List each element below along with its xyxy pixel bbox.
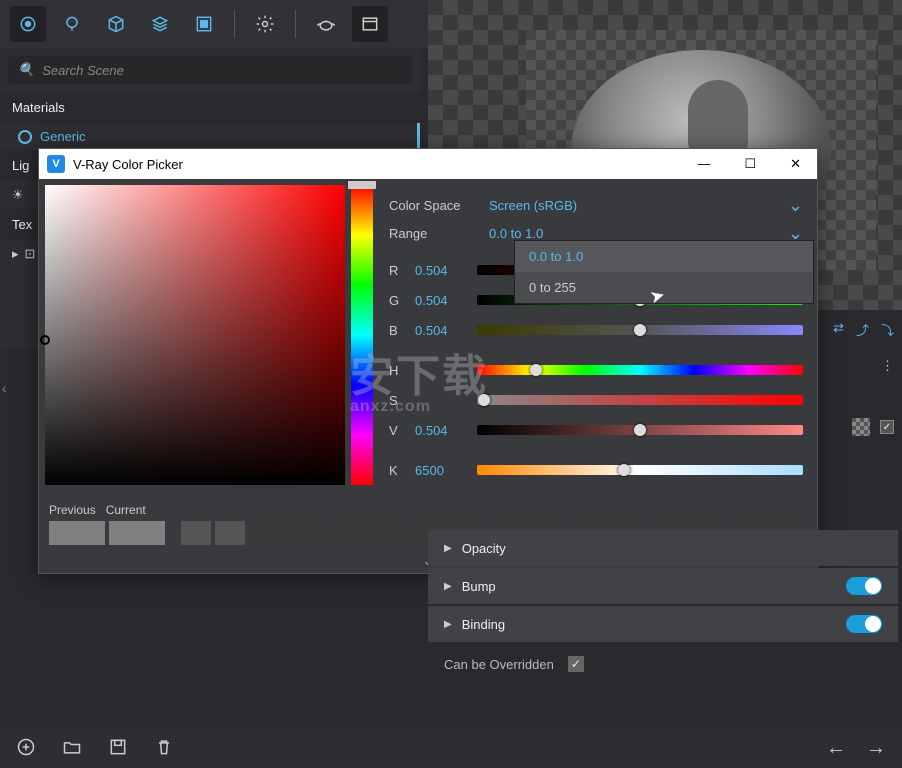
gear-icon[interactable] xyxy=(247,6,283,42)
lightbulb-icon[interactable] xyxy=(54,6,90,42)
material-circle-icon xyxy=(18,130,32,144)
forward-arrow-icon[interactable]: → xyxy=(866,737,886,760)
b-value[interactable]: 0.504 xyxy=(415,323,465,338)
range-dropdown: 0.0 to 1.0 0 to 255 xyxy=(514,240,814,304)
panel-actions: ⇄ ⤴ ⤵ xyxy=(833,320,894,339)
materials-header[interactable]: Materials xyxy=(0,92,420,123)
frame-icon[interactable] xyxy=(186,6,222,42)
override-row: Can be Overridden ✓ xyxy=(428,644,898,684)
preset-swatch[interactable] xyxy=(181,521,211,545)
hue-slider[interactable] xyxy=(351,185,373,485)
separator xyxy=(234,10,235,38)
bump-toggle[interactable] xyxy=(846,577,882,595)
mini-checkbox[interactable]: ✓ xyxy=(880,420,894,434)
channel-b: B 0.504 xyxy=(389,315,803,345)
swatch-toggle-row: ✓ xyxy=(852,418,894,436)
color-space-value: Screen (sRGB) xyxy=(489,198,609,213)
channel-h: H xyxy=(389,355,803,385)
v-slider[interactable] xyxy=(477,425,803,435)
saturation-value-field[interactable] xyxy=(45,185,345,485)
color-picker-dialog: V V-Ray Color Picker — ☐ ✕ Color Space S… xyxy=(38,148,818,574)
current-label: Current xyxy=(106,503,146,517)
properties-panel: ▶ Opacity ▶ Bump ▶ Binding Can be Overri… xyxy=(428,530,898,684)
search-placeholder: Search Scene xyxy=(42,63,124,78)
dialog-titlebar[interactable]: V V-Ray Color Picker — ☐ ✕ xyxy=(39,149,817,179)
preset-swatch[interactable] xyxy=(249,521,325,545)
target-icon[interactable] xyxy=(10,6,46,42)
close-button[interactable]: ✕ xyxy=(782,154,809,174)
minimize-button[interactable]: — xyxy=(689,154,718,174)
expand-triangle-icon: ▶ xyxy=(444,619,452,630)
prop-opacity[interactable]: ▶ Opacity xyxy=(428,530,898,566)
download-icon[interactable]: ⤵ xyxy=(881,320,894,339)
dialog-title: V-Ray Color Picker xyxy=(73,157,183,172)
current-swatch[interactable] xyxy=(109,521,165,545)
prop-bump[interactable]: ▶ Bump xyxy=(428,568,898,604)
s-slider[interactable] xyxy=(477,395,803,405)
range-label: Range xyxy=(389,226,479,241)
prop-label: Opacity xyxy=(462,541,506,556)
slider-icon[interactable]: ⇄ xyxy=(833,320,844,339)
color-space-label: Color Space xyxy=(389,198,479,213)
r-value[interactable]: 0.504 xyxy=(415,263,465,278)
tree-item-generic[interactable]: Generic xyxy=(0,123,420,150)
h-slider[interactable] xyxy=(477,365,803,375)
cube-icon[interactable] xyxy=(98,6,134,42)
prop-label: Bump xyxy=(462,579,496,594)
layers-icon[interactable] xyxy=(142,6,178,42)
expand-icon[interactable]: ▸ xyxy=(12,246,19,262)
teapot-icon[interactable] xyxy=(308,6,344,42)
range-value: 0.0 to 1.0 xyxy=(489,226,609,241)
channel-v: V 0.504 xyxy=(389,415,803,445)
preset-swatch[interactable] xyxy=(329,521,405,545)
chevron-down-icon[interactable]: ⌄ xyxy=(788,195,803,216)
search-icon: 🔍 xyxy=(18,62,34,78)
sv-cursor[interactable] xyxy=(40,335,50,345)
expand-triangle-icon: ▶ xyxy=(444,581,452,592)
folder-icon[interactable] xyxy=(62,737,82,760)
maximize-button[interactable]: ☐ xyxy=(736,154,764,174)
trash-icon[interactable] xyxy=(154,737,174,760)
preset-swatch[interactable] xyxy=(215,521,245,545)
mini-swatch-icon[interactable] xyxy=(852,418,870,436)
channel-k: K 6500 xyxy=(389,455,803,485)
dropdown-option-byte[interactable]: 0 to 255 xyxy=(515,272,813,303)
prop-label: Binding xyxy=(462,617,505,632)
b-slider[interactable] xyxy=(477,325,803,335)
save-icon[interactable] xyxy=(108,737,128,760)
k-value[interactable]: 6500 xyxy=(415,463,465,478)
footer-right: ← → xyxy=(428,728,902,768)
color-space-row[interactable]: Color Space Screen (sRGB) ⌄ xyxy=(389,191,803,219)
k-slider[interactable] xyxy=(477,465,803,475)
add-icon[interactable] xyxy=(16,737,36,760)
window-icon[interactable] xyxy=(352,6,388,42)
g-value[interactable]: 0.504 xyxy=(415,293,465,308)
upload-icon[interactable]: ⤴ xyxy=(856,320,869,339)
previous-swatch[interactable] xyxy=(49,521,105,545)
vray-logo-icon: V xyxy=(47,155,65,173)
separator xyxy=(295,10,296,38)
sun-icon[interactable]: ☀ xyxy=(12,187,24,202)
expand-left-handle[interactable]: ‹ xyxy=(2,380,7,396)
override-label: Can be Overridden xyxy=(444,657,554,672)
override-checkbox[interactable]: ✓ xyxy=(568,656,584,672)
panel-menu[interactable]: ⋮ xyxy=(881,358,894,374)
binding-toggle[interactable] xyxy=(846,615,882,633)
prop-binding[interactable]: ▶ Binding xyxy=(428,606,898,642)
expand-triangle-icon: ▶ xyxy=(444,543,452,554)
v-value[interactable]: 0.504 xyxy=(415,423,465,438)
channel-s: S xyxy=(389,385,803,415)
back-arrow-icon[interactable]: ← xyxy=(826,737,846,760)
search-input[interactable]: 🔍 Search Scene xyxy=(8,56,412,84)
texture-icon[interactable]: ⊡ xyxy=(25,246,36,262)
tree-item-label: Generic xyxy=(40,129,86,144)
previous-label: Previous xyxy=(49,503,96,517)
dropdown-option-float[interactable]: 0.0 to 1.0 xyxy=(515,241,813,272)
